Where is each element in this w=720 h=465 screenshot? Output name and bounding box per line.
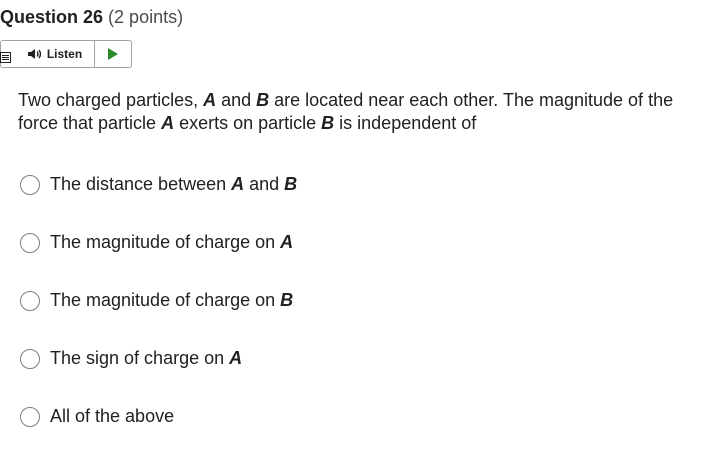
listen-toolbar: Listen [0, 40, 132, 68]
answer-choice-all[interactable]: All of the above [20, 406, 174, 427]
question-points: (2 points) [108, 7, 184, 27]
question-header: Question 26 (2 points) [0, 7, 183, 28]
particle-b-label: B [256, 90, 270, 110]
radio-button[interactable] [20, 174, 40, 195]
particle-b-label: B [321, 113, 335, 133]
listen-button[interactable]: Listen [1, 41, 94, 67]
answer-choice-charge-b[interactable]: The magnitude of charge on B [20, 290, 293, 311]
answer-choice-distance[interactable]: The distance between A and B [20, 174, 297, 195]
play-button[interactable] [94, 41, 131, 67]
question-text-part: is independent of [334, 113, 477, 133]
radio-button[interactable] [20, 290, 40, 311]
choice-label: The sign of charge on A [50, 348, 243, 368]
question-text-part: exerts on particle [174, 113, 322, 133]
answer-choice-charge-a[interactable]: The magnitude of charge on A [20, 232, 293, 253]
radio-button[interactable] [20, 406, 40, 427]
question-text-part: Two charged particles, [18, 90, 204, 110]
listen-label: Listen [46, 47, 83, 61]
question-text-part: and [216, 90, 257, 110]
choice-label: The distance between A and B [50, 174, 298, 194]
radio-button[interactable] [20, 348, 40, 369]
radio-button[interactable] [20, 232, 40, 253]
particle-a-label: A [203, 90, 217, 110]
choice-label: All of the above [50, 406, 175, 426]
menu-icon[interactable] [0, 52, 11, 63]
choice-label: The magnitude of charge on B [50, 290, 294, 310]
question-text: Two charged particles, A and B are locat… [18, 89, 718, 135]
play-icon [108, 48, 118, 60]
particle-a-label: A [161, 113, 175, 133]
speaker-icon [27, 49, 42, 59]
question-title: Question 26 [0, 7, 104, 27]
choice-label: The magnitude of charge on A [50, 232, 294, 252]
answer-choice-sign-a[interactable]: The sign of charge on A [20, 348, 242, 369]
